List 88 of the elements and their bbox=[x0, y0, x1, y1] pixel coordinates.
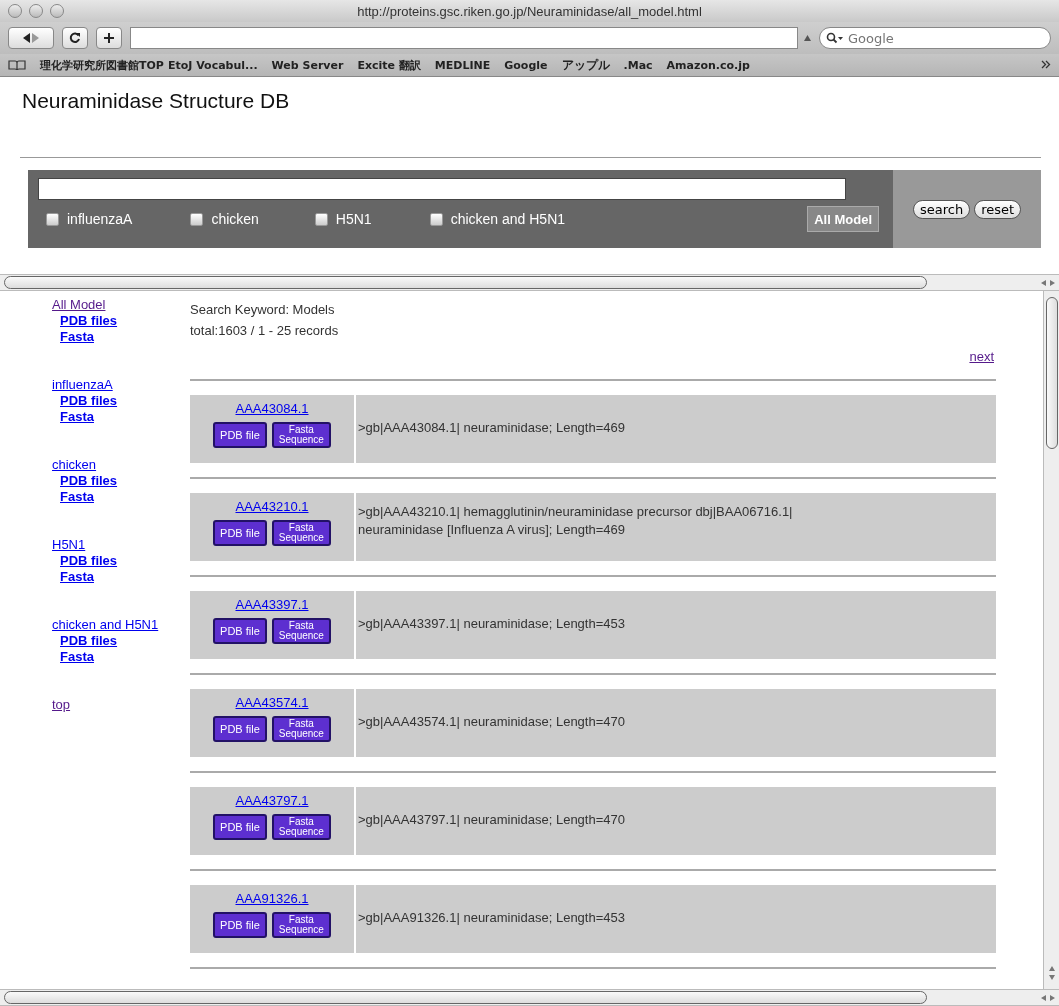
page-heading: Neuraminidase Structure DB bbox=[21, 89, 291, 113]
fasta-sequence-button[interactable]: Fasta Sequence bbox=[271, 618, 331, 644]
fasta-sequence-button[interactable]: Fasta Sequence bbox=[271, 814, 331, 840]
all-model-button[interactable]: All Model bbox=[807, 206, 879, 232]
bookmark-item[interactable]: EtoJ Vocabul... bbox=[167, 58, 258, 72]
scroll-thumb[interactable] bbox=[1045, 297, 1058, 449]
pdb-file-button[interactable]: PDB file bbox=[213, 618, 267, 644]
address-field[interactable] bbox=[130, 27, 798, 49]
filter-checkbox[interactable] bbox=[314, 212, 328, 226]
filter-checkbox[interactable] bbox=[190, 212, 204, 226]
minimize-button[interactable] bbox=[29, 4, 43, 18]
plus-icon bbox=[103, 32, 115, 44]
record-description-cell: >gb|AAA43797.1| neuraminidase; Length=470 bbox=[356, 787, 996, 855]
sidebar-sublink[interactable]: PDB files bbox=[60, 313, 118, 329]
record-id-link[interactable]: AAA91326.1 bbox=[235, 891, 309, 907]
sidebar-link[interactable]: chicken and H5N1 bbox=[52, 617, 159, 633]
more-bookmarks-icon[interactable] bbox=[1041, 59, 1051, 71]
filter-label: chicken bbox=[211, 211, 259, 227]
reload-icon bbox=[69, 32, 81, 44]
sidebar-link[interactable]: H5N1 bbox=[52, 537, 86, 553]
sidebar-link[interactable]: top bbox=[52, 697, 71, 713]
sidebar-sublink[interactable]: Fasta bbox=[60, 649, 94, 665]
vertical-scrollbar[interactable] bbox=[1043, 291, 1059, 989]
bookmark-item[interactable]: アップル bbox=[561, 56, 610, 74]
record-id-link[interactable]: AAA43797.1 bbox=[235, 793, 309, 809]
pdb-file-button[interactable]: PDB file bbox=[213, 520, 267, 546]
fasta-sequence-button[interactable]: Fasta Sequence bbox=[271, 520, 331, 546]
fasta-sequence-button[interactable]: Fasta Sequence bbox=[271, 912, 331, 938]
scroll-arrows-icon[interactable] bbox=[1047, 965, 1056, 981]
book-icon[interactable] bbox=[8, 59, 26, 71]
sidebar-sublink[interactable]: PDB files bbox=[60, 393, 118, 409]
filter-label: influenzaA bbox=[67, 211, 133, 227]
close-button[interactable] bbox=[8, 4, 22, 18]
pdb-file-button[interactable]: PDB file bbox=[213, 814, 267, 840]
record-count-text: total:1603 / 1 - 25 records bbox=[190, 322, 340, 340]
horizontal-scrollbar[interactable] bbox=[0, 274, 1059, 291]
sidebar-link[interactable]: All Model bbox=[52, 297, 106, 313]
sidebar-sublink[interactable]: Fasta bbox=[60, 569, 94, 585]
back-arrow-icon[interactable] bbox=[22, 32, 31, 44]
record-id-link[interactable]: AAA43210.1 bbox=[235, 499, 309, 515]
record-id-link[interactable]: AAA43084.1 bbox=[235, 401, 309, 417]
form-button[interactable]: search bbox=[912, 199, 971, 219]
sidebar-sublink[interactable]: PDB files bbox=[60, 633, 118, 649]
bookmark-item[interactable]: Amazon.co.jp bbox=[666, 58, 750, 72]
add-bookmark-button[interactable] bbox=[96, 27, 122, 49]
search-icon[interactable] bbox=[826, 32, 844, 44]
filter-label: chicken and H5N1 bbox=[450, 211, 566, 227]
filter-checkbox[interactable] bbox=[429, 212, 443, 226]
record-description-cell: >gb|AAA43574.1| neuraminidase; Length=470 bbox=[356, 689, 996, 757]
record-description-cell: >gb|AAA91326.1| neuraminidase; Length=453 bbox=[356, 885, 996, 953]
reload-button[interactable] bbox=[62, 27, 88, 49]
fasta-sequence-button[interactable]: Fasta Sequence bbox=[271, 716, 331, 742]
sidebar-sublink[interactable]: Fasta bbox=[60, 489, 94, 505]
search-keyword-text: Search Keyword: Models bbox=[190, 301, 336, 319]
pdb-file-button[interactable]: PDB file bbox=[213, 912, 267, 938]
zoom-button[interactable] bbox=[50, 4, 64, 18]
form-button[interactable]: reset bbox=[974, 199, 1022, 219]
sidebar-link[interactable]: influenzaA bbox=[52, 377, 113, 393]
sidebar-sublink[interactable]: Fasta bbox=[60, 329, 94, 345]
record-description-cell: >gb|AAA43210.1| hemagglutinin/neuraminidase precursor dbj|BAA06716.1| neuraminidase [Influenza A virus]; Length=469 bbox=[356, 493, 996, 561]
sidebar-sublink[interactable]: PDB files bbox=[60, 553, 118, 569]
scroll-arrows-icon[interactable] bbox=[1041, 278, 1055, 287]
record-id-link[interactable]: AAA43397.1 bbox=[235, 597, 309, 613]
sidebar-link[interactable]: chicken bbox=[52, 457, 97, 473]
record-id-link[interactable]: AAA43574.1 bbox=[235, 695, 309, 711]
sidebar-sublink[interactable]: Fasta bbox=[60, 409, 94, 425]
record-description-cell: >gb|AAA43397.1| neuraminidase; Length=453 bbox=[356, 591, 996, 659]
bookmark-item[interactable]: .Mac bbox=[623, 58, 653, 72]
record-description-cell: >gb|AAA43084.1| neuraminidase; Length=469 bbox=[356, 395, 996, 463]
horizontal-scrollbar[interactable] bbox=[0, 989, 1059, 1006]
bookmark-item[interactable]: MEDLINE bbox=[434, 58, 491, 72]
bookmark-item[interactable]: 理化学研究所図書館TOP bbox=[40, 57, 164, 73]
search-field[interactable]: Google bbox=[819, 27, 1051, 49]
pdb-file-button[interactable]: PDB file bbox=[213, 716, 267, 742]
scroll-arrows-icon[interactable] bbox=[1041, 993, 1055, 1002]
sidebar-sublink[interactable]: PDB files bbox=[60, 473, 118, 489]
bookmark-item[interactable]: Excite 翻訳 bbox=[357, 57, 421, 73]
pdb-file-button[interactable]: PDB file bbox=[213, 422, 267, 448]
next-link[interactable]: next bbox=[969, 349, 994, 365]
keyword-field[interactable] bbox=[38, 178, 846, 200]
back-forward-button[interactable] bbox=[8, 27, 54, 49]
caret-icon bbox=[804, 35, 811, 41]
filter-label: H5N1 bbox=[335, 211, 372, 227]
bookmark-item[interactable]: Google bbox=[504, 58, 548, 72]
fasta-sequence-button[interactable]: Fasta Sequence bbox=[271, 422, 331, 448]
bookmark-item[interactable]: Web Server bbox=[271, 58, 344, 72]
window-title: http://proteins.gsc.riken.go.jp/Neuraminidase/all_model.html bbox=[357, 3, 702, 19]
filter-checkbox[interactable] bbox=[46, 212, 59, 226]
